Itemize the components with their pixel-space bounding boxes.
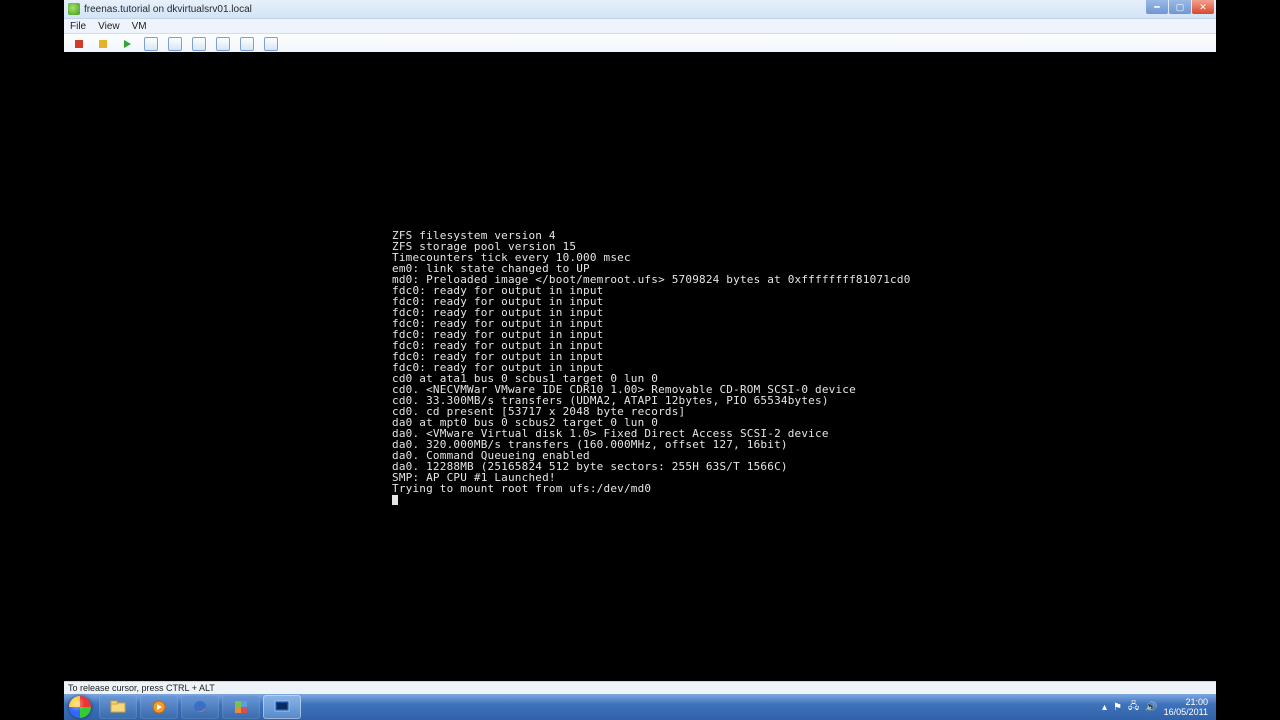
floppy-icon[interactable] — [216, 37, 230, 51]
console-icon — [274, 700, 290, 714]
console-output: ZFS filesystem version 4 ZFS storage poo… — [392, 230, 911, 505]
snapshot-icon[interactable] — [168, 37, 182, 51]
menu-view[interactable]: View — [98, 21, 120, 32]
titlebar[interactable]: freenas.tutorial on dkvirtualsrv01.local… — [64, 0, 1216, 19]
vmware-icon — [233, 699, 249, 715]
tray-volume-icon[interactable]: 🔊 — [1145, 702, 1157, 713]
explorer-icon — [110, 700, 126, 714]
play-icon[interactable] — [120, 37, 134, 51]
wmp-icon — [151, 699, 167, 715]
windows-orb-icon — [69, 696, 91, 718]
start-button[interactable] — [64, 694, 96, 720]
firefox-icon — [192, 699, 208, 715]
task-explorer[interactable] — [99, 695, 137, 719]
tray-date: 16/05/2011 — [1164, 707, 1208, 717]
status-text: To release cursor, press CTRL + ALT — [68, 683, 215, 693]
guest-console[interactable]: ZFS filesystem version 4 ZFS storage poo… — [64, 52, 1216, 682]
menu-file[interactable]: File — [70, 21, 86, 32]
stop-icon[interactable] — [72, 37, 86, 51]
maximize-button[interactable]: ▢ — [1169, 0, 1191, 14]
tray-time: 21:00 — [1164, 697, 1208, 707]
taskbar: ▴ ⚑ 🖧 🔊 21:00 16/05/2011 — [64, 694, 1216, 720]
cd-icon[interactable] — [192, 37, 206, 51]
restart-icon[interactable] — [144, 37, 158, 51]
pause-icon[interactable] — [96, 37, 110, 51]
task-firefox[interactable] — [181, 695, 219, 719]
window-title: freenas.tutorial on dkvirtualsrv01.local — [84, 4, 252, 15]
menu-vm[interactable]: VM — [132, 21, 147, 32]
task-vmware[interactable] — [222, 695, 260, 719]
statusbar: To release cursor, press CTRL + ALT — [64, 681, 1216, 694]
app-icon — [68, 3, 80, 15]
tray-clock[interactable]: 21:00 16/05/2011 — [1164, 697, 1212, 717]
close-button[interactable]: ✕ — [1192, 0, 1214, 14]
task-wmp[interactable] — [140, 695, 178, 719]
fullscreen-icon[interactable] — [264, 37, 278, 51]
minimize-button[interactable]: ━ — [1146, 0, 1168, 14]
tray-network-icon[interactable]: 🖧 — [1128, 699, 1139, 716]
task-console[interactable] — [263, 695, 301, 719]
console-cursor — [392, 495, 398, 505]
tray-chevron-icon[interactable]: ▴ — [1102, 702, 1107, 713]
net-icon[interactable] — [240, 37, 254, 51]
vm-console-window: freenas.tutorial on dkvirtualsrv01.local… — [64, 0, 1216, 694]
system-tray: ▴ ⚑ 🖧 🔊 21:00 16/05/2011 — [1102, 694, 1212, 720]
tray-flag-icon[interactable]: ⚑ — [1113, 702, 1122, 713]
menubar: File View VM — [64, 19, 1216, 34]
